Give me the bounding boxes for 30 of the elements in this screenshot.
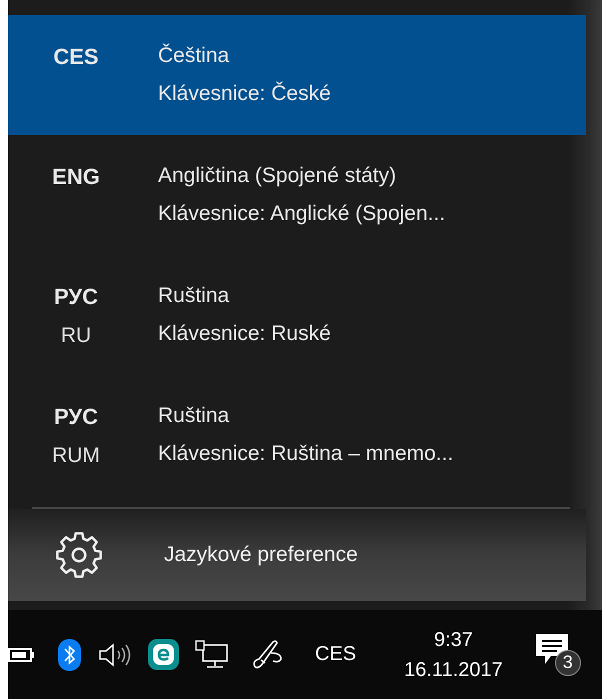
language-variant: RU xyxy=(60,323,92,349)
notification-count: 3 xyxy=(554,650,581,676)
language-code: ENG xyxy=(52,163,100,191)
language-name: Ruština xyxy=(158,403,230,429)
keyboard-layout: Klávesnice: Anglické (Spojen... xyxy=(158,201,446,227)
speaker-icon[interactable] xyxy=(98,642,132,668)
battery-icon[interactable] xyxy=(8,646,35,662)
language-code: РУС xyxy=(54,283,98,311)
keyboard-layout: Klávesnice: Ruské xyxy=(158,321,331,347)
clock-date[interactable]: 16.11.2017 xyxy=(404,654,503,684)
keyboard-layout: Klávesnice: Ruština – mnemo... xyxy=(158,441,454,467)
settings-icon xyxy=(54,530,104,580)
language-variant: RUM xyxy=(52,443,100,469)
monitor-icon[interactable] xyxy=(195,640,229,670)
letter-e-icon[interactable] xyxy=(148,639,179,670)
language-item[interactable]: ENG Angličtina (Spojené státy) Klávesnice: Anglické (Spojen... xyxy=(8,135,586,255)
language-name: Čeština xyxy=(158,42,230,69)
keyboard-layout: Klávesnice: České xyxy=(158,80,331,107)
language-item[interactable]: CES Čeština Klávesnice: České xyxy=(8,15,586,135)
input-language-indicator[interactable]: CES xyxy=(315,643,356,666)
language-item[interactable]: РУС RU Ruština Klávesnice: Ruské xyxy=(8,255,586,375)
language-code: РУС xyxy=(54,403,98,431)
pen-icon[interactable] xyxy=(251,638,285,670)
clock-time[interactable]: 9:37 xyxy=(434,624,473,654)
language-name: Angličtina (Spojené státy) xyxy=(158,163,398,189)
language-item[interactable]: РУС RUM Ruština Klávesnice: Ruština – mnemo... xyxy=(8,375,586,495)
language-name: Ruština xyxy=(158,283,230,309)
bluetooth-icon[interactable] xyxy=(58,638,81,670)
language-code: CES xyxy=(53,43,99,71)
language-preferences-button[interactable]: Jazykové preference xyxy=(8,509,586,601)
